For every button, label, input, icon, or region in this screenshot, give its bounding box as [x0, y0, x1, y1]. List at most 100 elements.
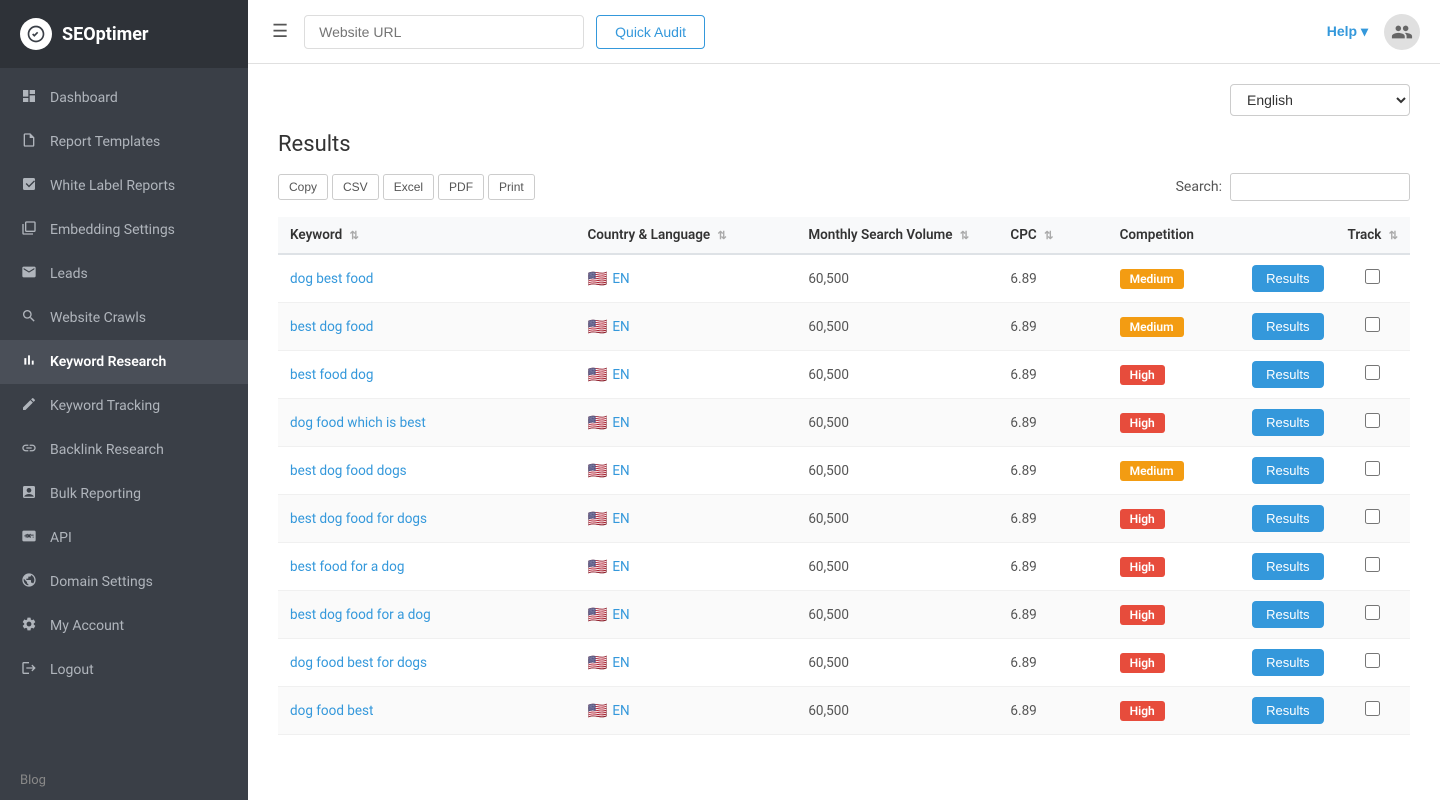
results-btn-cell: Results [1240, 303, 1335, 351]
results-button[interactable]: Results [1252, 265, 1323, 292]
flag-icon: 🇺🇸 [587, 413, 607, 432]
export-btn-copy[interactable]: Copy [278, 174, 328, 200]
website-crawls-icon [20, 308, 38, 328]
keyword-link[interactable]: dog food best [290, 703, 373, 719]
keyword-link[interactable]: best food dog [290, 367, 373, 383]
sidebar-item-bulk-reporting[interactable]: Bulk Reporting [0, 472, 248, 516]
track-checkbox[interactable] [1365, 653, 1380, 668]
volume-cell: 60,500 [796, 303, 998, 351]
lang-code: EN [612, 511, 629, 527]
col-results-btn [1240, 217, 1335, 254]
search-input[interactable] [1230, 173, 1410, 201]
competition-cell: High [1108, 591, 1241, 639]
keyword-link[interactable]: best dog food [290, 319, 373, 335]
export-btn-print[interactable]: Print [488, 174, 535, 200]
track-cell [1336, 303, 1411, 351]
results-btn-cell: Results [1240, 254, 1335, 303]
hamburger-button[interactable]: ☰ [268, 17, 292, 46]
competition-badge: Medium [1120, 461, 1184, 481]
results-btn-cell: Results [1240, 639, 1335, 687]
user-avatar[interactable] [1384, 14, 1420, 50]
track-checkbox[interactable] [1365, 365, 1380, 380]
track-checkbox[interactable] [1365, 701, 1380, 716]
competition-cell: Medium [1108, 303, 1241, 351]
results-button[interactable]: Results [1252, 457, 1323, 484]
track-checkbox[interactable] [1365, 557, 1380, 572]
country-cell: 🇺🇸 EN [575, 687, 796, 735]
results-button[interactable]: Results [1252, 313, 1323, 340]
export-btn-pdf[interactable]: PDF [438, 174, 484, 200]
topbar: ☰ Quick Audit Help ▾ [248, 0, 1440, 64]
table-row: best food dog 🇺🇸 EN 60,500 6.89 High Res… [278, 351, 1410, 399]
export-btn-excel[interactable]: Excel [383, 174, 434, 200]
my-account-icon [20, 616, 38, 636]
main-content: ☰ Quick Audit Help ▾ EnglishSpanishFrenc… [248, 0, 1440, 800]
dashboard-icon [20, 88, 38, 108]
results-button[interactable]: Results [1252, 601, 1323, 628]
sidebar-item-label-logout: Logout [50, 662, 94, 678]
sidebar-item-report-templates[interactable]: Report Templates [0, 120, 248, 164]
track-checkbox[interactable] [1365, 413, 1380, 428]
results-button[interactable]: Results [1252, 505, 1323, 532]
sidebar-item-label-website-crawls: Website Crawls [50, 310, 146, 326]
results-btn-cell: Results [1240, 495, 1335, 543]
lang-code: EN [612, 415, 629, 431]
track-checkbox[interactable] [1365, 317, 1380, 332]
results-button[interactable]: Results [1252, 361, 1323, 388]
sidebar-footer[interactable]: Blog [0, 761, 248, 800]
sidebar-item-domain-settings[interactable]: Domain Settings [0, 560, 248, 604]
cpc-cell: 6.89 [998, 639, 1107, 687]
sidebar-item-label-leads: Leads [50, 266, 88, 282]
export-btn-csv[interactable]: CSV [332, 174, 379, 200]
cpc-cell: 6.89 [998, 591, 1107, 639]
keyword-link[interactable]: dog food best for dogs [290, 655, 427, 671]
track-checkbox[interactable] [1365, 509, 1380, 524]
track-checkbox[interactable] [1365, 605, 1380, 620]
track-cell [1336, 639, 1411, 687]
results-button[interactable]: Results [1252, 649, 1323, 676]
volume-cell: 60,500 [796, 254, 998, 303]
language-select[interactable]: EnglishSpanishFrenchGermanItalianPortugu… [1230, 84, 1410, 116]
sidebar-item-label-bulk-reporting: Bulk Reporting [50, 486, 141, 502]
sidebar-item-website-crawls[interactable]: Website Crawls [0, 296, 248, 340]
sidebar-item-keyword-research[interactable]: Keyword Research [0, 340, 248, 384]
keyword-link[interactable]: best dog food for dogs [290, 511, 427, 527]
flag-icon: 🇺🇸 [587, 269, 607, 288]
competition-badge: High [1120, 509, 1165, 529]
logo-text: SEOptimer [62, 24, 149, 45]
results-button[interactable]: Results [1252, 409, 1323, 436]
keyword-link[interactable]: dog best food [290, 271, 373, 287]
sidebar-item-my-account[interactable]: My Account [0, 604, 248, 648]
results-title: Results [278, 132, 1410, 157]
quick-audit-button[interactable]: Quick Audit [596, 15, 705, 49]
sidebar-item-embedding-settings[interactable]: Embedding Settings [0, 208, 248, 252]
sidebar-item-leads[interactable]: Leads [0, 252, 248, 296]
competition-cell: High [1108, 687, 1241, 735]
track-checkbox[interactable] [1365, 461, 1380, 476]
track-cell [1336, 399, 1411, 447]
keyword-research-icon [20, 352, 38, 372]
keyword-link[interactable]: best food for a dog [290, 559, 404, 575]
results-button[interactable]: Results [1252, 697, 1323, 724]
sidebar-item-logout[interactable]: Logout [0, 648, 248, 692]
competition-cell: High [1108, 639, 1241, 687]
competition-cell: Medium [1108, 447, 1241, 495]
keyword-link[interactable]: best dog food dogs [290, 463, 407, 479]
cpc-cell: 6.89 [998, 687, 1107, 735]
keyword-link[interactable]: best dog food for a dog [290, 607, 431, 623]
table-row: dog food best for dogs 🇺🇸 EN 60,500 6.89… [278, 639, 1410, 687]
results-button[interactable]: Results [1252, 553, 1323, 580]
help-button[interactable]: Help ▾ [1327, 23, 1368, 40]
topbar-right: Help ▾ [1327, 14, 1420, 50]
track-checkbox[interactable] [1365, 269, 1380, 284]
sidebar-item-api[interactable]: API [0, 516, 248, 560]
lang-code: EN [612, 319, 629, 335]
sidebar-item-backlink-research[interactable]: Backlink Research [0, 428, 248, 472]
keyword-link[interactable]: dog food which is best [290, 415, 426, 431]
url-input[interactable] [304, 15, 584, 49]
sidebar-item-dashboard[interactable]: Dashboard [0, 76, 248, 120]
sidebar-item-keyword-tracking[interactable]: Keyword Tracking [0, 384, 248, 428]
domain-settings-icon [20, 572, 38, 592]
track-cell [1336, 591, 1411, 639]
sidebar-item-white-label-reports[interactable]: White Label Reports [0, 164, 248, 208]
